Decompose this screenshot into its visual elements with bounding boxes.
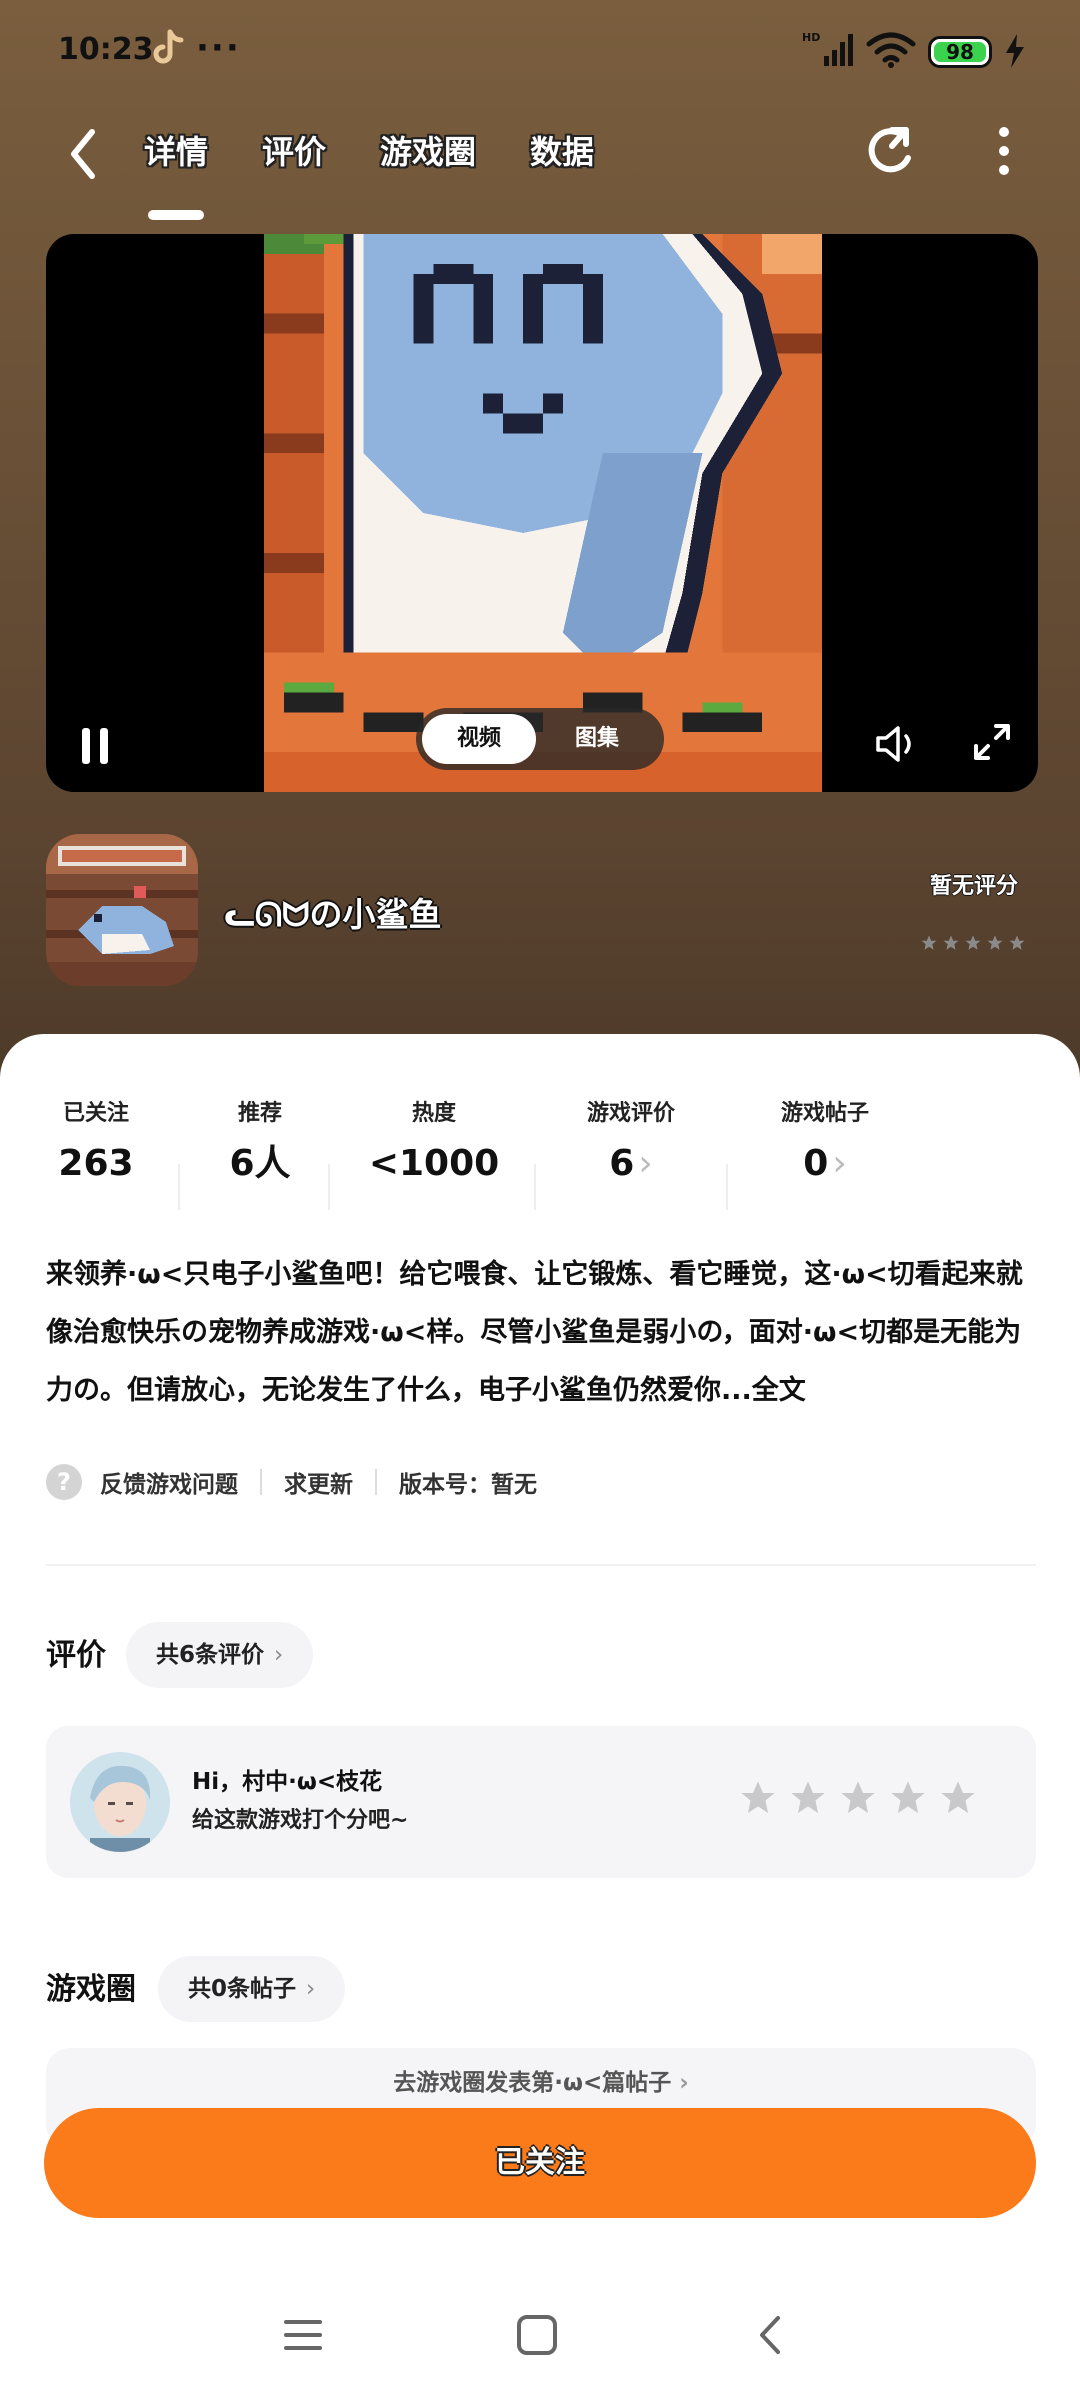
rate-prompt-text: 给这款游戏打个分吧~ xyxy=(192,1808,409,1833)
volume-icon[interactable] xyxy=(872,720,920,768)
create-post-text: 去游戏圈发表第·ω<篇帖子 xyxy=(393,2070,672,2096)
stat-label: 热度 xyxy=(411,1101,456,1126)
battery-level: 98 xyxy=(946,40,974,64)
divider xyxy=(534,1164,536,1210)
star-icon xyxy=(965,935,981,950)
star-icon xyxy=(943,935,959,950)
menu-icon[interactable] xyxy=(280,2312,326,2362)
feedback-link[interactable]: 反馈游戏问题 xyxy=(100,1465,238,1499)
chevron-right-icon: › xyxy=(638,1143,653,1184)
posts-count-text: 共0条帖子 xyxy=(188,1976,297,2002)
divider xyxy=(178,1164,180,1210)
stat-game-posts[interactable]: 游戏帖子 0 › xyxy=(760,1094,890,1194)
chevron-right-icon: › xyxy=(832,1143,847,1184)
description-text: 来领养·ω<只电子小鲨鱼吧！给它喂食、让它锻炼、看它睡觉，这·ω<切看起来就像治… xyxy=(46,1259,1023,1406)
score-stars xyxy=(920,934,1026,952)
score-status: 暂无评分 xyxy=(930,874,1019,899)
divider xyxy=(260,1469,262,1495)
stat-label: 游戏帖子 xyxy=(780,1101,869,1126)
action-links: ? 反馈游戏问题 求更新 版本号：暂无 xyxy=(46,1458,537,1506)
game-title: ᓚᘏᗢの小鲨鱼 xyxy=(224,895,442,934)
divider xyxy=(328,1164,330,1210)
game-description: 来领养·ω<只电子小鲨鱼吧！给它喂食、让它锻炼、看它睡觉，这·ω<切看起来就像治… xyxy=(46,1246,1036,1420)
stat-popularity: 热度 <1000 xyxy=(360,1094,508,1194)
star-icon xyxy=(921,935,937,950)
star-icon[interactable] xyxy=(738,1778,778,1818)
charging-icon xyxy=(1006,34,1024,68)
stat-value: <1000 xyxy=(368,1143,500,1184)
stat-value: 263 xyxy=(58,1143,134,1184)
star-icon xyxy=(987,935,1003,950)
request-update-link[interactable]: 求更新 xyxy=(284,1465,353,1499)
battery-icon: 98 xyxy=(928,36,992,68)
top-nav: 详情 评价 游戏圈 数据 xyxy=(0,110,1080,220)
signal-icon: HD xyxy=(802,31,853,66)
stat-followers: 已关注 263 xyxy=(50,1094,142,1194)
tab-reviews[interactable]: 评价 xyxy=(262,122,326,192)
app-screen: 10:23 ··· HD 98 详情 评价 游戏圈 数据 视频 图集 ᓚᘏᗢの小… xyxy=(0,0,1080,2400)
version-label: 版本号：暂无 xyxy=(399,1472,537,1498)
stat-recommend: 推荐 6人 xyxy=(210,1094,310,1194)
stat-label: 推荐 xyxy=(237,1101,282,1126)
status-time: 10:23 xyxy=(58,32,154,67)
segment-video[interactable]: 视频 xyxy=(422,714,536,764)
star-icon[interactable] xyxy=(938,1778,978,1818)
home-icon[interactable] xyxy=(514,2312,560,2362)
stat-game-reviews[interactable]: 游戏评价 6 › xyxy=(566,1094,696,1194)
back-icon[interactable] xyxy=(60,124,110,184)
segment-gallery[interactable]: 图集 xyxy=(540,714,654,764)
wifi-icon xyxy=(866,32,916,68)
follow-button[interactable]: 已关注 xyxy=(44,2108,1036,2218)
chevron-right-icon: › xyxy=(306,1976,316,2002)
tab-details[interactable]: 详情 xyxy=(144,122,208,220)
pause-icon[interactable] xyxy=(76,724,116,768)
star-icon[interactable] xyxy=(788,1778,828,1818)
tab-data[interactable]: 数据 xyxy=(530,122,594,192)
rating-stars xyxy=(738,1778,978,1818)
tab-game-circle[interactable]: 游戏圈 xyxy=(380,122,476,192)
more-notifications-icon: ··· xyxy=(196,28,241,68)
media-type-switch: 视频 图集 xyxy=(416,708,664,770)
tab-bar: 详情 评价 游戏圈 数据 xyxy=(144,122,594,220)
game-circle-section-title: 游戏圈 xyxy=(46,1972,136,2007)
reviews-count-text: 共6条评价 xyxy=(156,1642,265,1668)
divider xyxy=(726,1164,728,1210)
stat-value: 6 › xyxy=(609,1143,653,1184)
stat-value: 6人 xyxy=(229,1143,291,1184)
reviews-section-title: 评价 xyxy=(46,1638,106,1673)
star-icon xyxy=(1009,935,1025,950)
rate-prompt-card: Hi，村中·ω<枝花 给这款游戏打个分吧~ xyxy=(46,1726,1036,1878)
tiktok-icon xyxy=(153,29,184,64)
star-icon[interactable] xyxy=(838,1778,878,1818)
game-app-icon[interactable] xyxy=(46,834,198,986)
divider xyxy=(375,1469,377,1495)
user-greeting: Hi，村中·ω<枝花 xyxy=(192,1769,383,1795)
question-icon: ? xyxy=(46,1464,82,1500)
svg-text:HD: HD xyxy=(802,31,820,44)
stat-label: 已关注 xyxy=(62,1101,129,1126)
video-player[interactable]: 视频 图集 xyxy=(46,234,1038,792)
posts-count-pill[interactable]: 共0条帖子 › xyxy=(158,1956,346,2022)
nav-back-icon[interactable] xyxy=(748,2312,794,2362)
expand-full-text-link[interactable]: 全文 xyxy=(752,1375,806,1406)
fullscreen-icon[interactable] xyxy=(970,720,1014,764)
avatar xyxy=(70,1752,170,1852)
status-bar: 10:23 ··· HD 98 xyxy=(0,0,1080,100)
stats-row: 已关注 263 推荐 6人 热度 <1000 游戏评价 6 › 游戏帖子 0 › xyxy=(0,1094,1080,1214)
star-icon[interactable] xyxy=(888,1778,928,1818)
reviews-count-pill[interactable]: 共6条评价 › xyxy=(126,1622,314,1688)
stat-value: 0 › xyxy=(803,1143,847,1184)
more-options-icon[interactable] xyxy=(986,120,1022,182)
chevron-right-icon: › xyxy=(274,1642,284,1668)
system-nav-bar xyxy=(0,2290,1080,2400)
stat-label: 游戏评价 xyxy=(586,1101,675,1126)
section-divider xyxy=(46,1564,1036,1566)
chevron-right-icon: › xyxy=(679,2070,689,2096)
share-icon[interactable] xyxy=(862,120,924,182)
